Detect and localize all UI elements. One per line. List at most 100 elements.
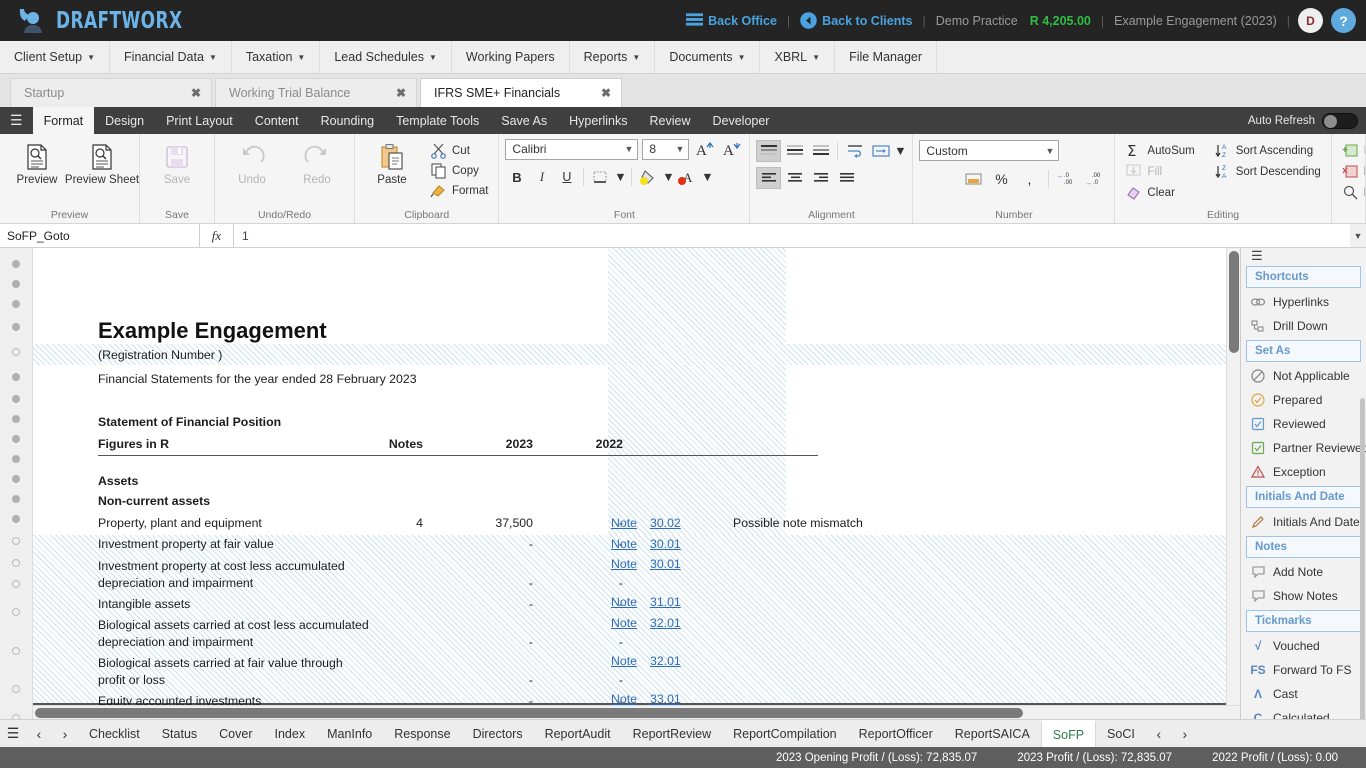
row-marker[interactable] <box>0 339 32 365</box>
note-link[interactable]: Note <box>611 557 637 571</box>
wrap-text-button[interactable] <box>842 140 867 162</box>
tab-print-layout[interactable]: Print Layout <box>155 107 244 134</box>
panel-item-forward-to-fs[interactable]: FS Forward To FS <box>1241 658 1366 682</box>
row-marker[interactable] <box>0 365 32 389</box>
sheet-tab-status[interactable]: Status <box>151 720 208 747</box>
tab-design[interactable]: Design <box>94 107 155 134</box>
menu-working-papers[interactable]: Working Papers <box>452 41 570 73</box>
comma-style-button[interactable]: , <box>1017 169 1041 189</box>
sheet-tab-cover[interactable]: Cover <box>208 720 263 747</box>
tab-rounding[interactable]: Rounding <box>310 107 386 134</box>
align-top-button[interactable] <box>756 140 782 162</box>
menu-reports[interactable]: Reports ▼ <box>570 41 656 73</box>
increase-font-size-button[interactable]: A <box>693 138 716 160</box>
sheet-scroll-right-button[interactable]: › <box>1172 720 1198 747</box>
sheet-tab-reportsaica[interactable]: ReportSAICA <box>944 720 1041 747</box>
row-marker[interactable] <box>0 314 32 339</box>
row-marker[interactable] <box>0 509 32 529</box>
row-marker[interactable] <box>0 708 32 719</box>
sheet-next-button[interactable]: › <box>52 720 78 747</box>
preview-button[interactable]: Preview <box>6 138 68 186</box>
engagement-name[interactable]: Example Engagement (2023) <box>1104 14 1287 28</box>
preview-sheet-button[interactable]: Preview Sheet <box>65 138 139 186</box>
insert-function-button[interactable]: fx <box>200 224 234 247</box>
sheet-tab-soci[interactable]: SoCI <box>1096 720 1146 747</box>
borders-dropdown[interactable]: ▼ <box>614 166 626 188</box>
menu-client-setup[interactable]: Client Setup ▼ <box>0 41 111 73</box>
row-marker[interactable] <box>0 574 32 593</box>
paste-button[interactable]: Paste <box>361 138 423 186</box>
panel-item-exception[interactable]: Exception <box>1241 460 1366 484</box>
redo-button[interactable]: Redo <box>286 138 348 186</box>
menu-documents[interactable]: Documents ▼ <box>655 41 761 73</box>
panel-item-hyperlinks[interactable]: Hyperlinks <box>1241 290 1366 314</box>
menu-file-manager[interactable]: File Manager <box>835 41 938 73</box>
tab-save-as[interactable]: Save As <box>490 107 558 134</box>
avatar[interactable]: D <box>1298 8 1323 33</box>
sheet-scroll-left-button[interactable]: ‹ <box>1146 720 1172 747</box>
menu-financial-data[interactable]: Financial Data ▼ <box>110 41 232 73</box>
vertical-scrollbar[interactable] <box>1226 248 1240 705</box>
note-link[interactable]: Note <box>611 616 637 630</box>
fill-button[interactable]: Fill <box>1121 162 1198 181</box>
sheet-tab-reportofficer[interactable]: ReportOfficer <box>848 720 944 747</box>
tab-template-tools[interactable]: Template Tools <box>385 107 490 134</box>
side-panel-menu-button[interactable]: ☰ <box>1241 248 1366 264</box>
close-icon[interactable]: ✖ <box>601 86 611 100</box>
copy-button[interactable]: Copy <box>426 161 492 180</box>
merge-cells-button[interactable] <box>868 140 893 162</box>
sort-ascending-button[interactable]: A Z Sort Ascending <box>1210 141 1325 160</box>
row-marker[interactable] <box>0 449 32 469</box>
tab-developer[interactable]: Developer <box>701 107 780 134</box>
panel-item-prepared[interactable]: Prepared <box>1241 388 1366 412</box>
align-middle-button[interactable] <box>782 140 807 162</box>
bold-button[interactable]: B <box>505 166 528 188</box>
note-reference[interactable]: 30.02 <box>650 516 681 530</box>
panel-item-reviewed[interactable]: Reviewed <box>1241 412 1366 436</box>
note-link[interactable]: Note <box>611 692 637 706</box>
tab-content[interactable]: Content <box>244 107 310 134</box>
remove-cells-button[interactable]: Remove <box>1338 162 1365 181</box>
side-panel-scrollbar[interactable] <box>1360 398 1365 719</box>
name-box[interactable]: SoFP_Goto <box>0 224 200 247</box>
row-marker[interactable] <box>0 631 32 670</box>
document-tab-working-trial-balance[interactable]: Working Trial Balance ✖ <box>215 78 417 107</box>
note-link[interactable]: Note <box>611 537 637 551</box>
sort-descending-button[interactable]: Z A Sort Descending <box>1210 162 1325 181</box>
panel-item-initials-and-date[interactable]: Initials And Date <box>1241 510 1366 534</box>
row-marker[interactable] <box>0 552 32 574</box>
back-office-link[interactable]: Back Office <box>676 12 787 29</box>
sheet-prev-button[interactable]: ‹ <box>26 720 52 747</box>
sheet-tab-checklist[interactable]: Checklist <box>78 720 151 747</box>
row-marker[interactable] <box>0 670 32 708</box>
close-icon[interactable]: ✖ <box>396 86 406 100</box>
tab-review[interactable]: Review <box>638 107 701 134</box>
note-reference[interactable]: 32.01 <box>650 616 681 630</box>
document-tab-ifrs-sme-financials[interactable]: IFRS SME+ Financials ✖ <box>420 78 622 107</box>
sheet-tab-index[interactable]: Index <box>264 720 317 747</box>
menu-taxation[interactable]: Taxation ▼ <box>232 41 321 73</box>
font-color-button[interactable]: A <box>676 166 699 188</box>
note-link[interactable]: Note <box>611 595 637 609</box>
decrease-font-size-button[interactable]: A <box>720 138 743 160</box>
brand-logo[interactable]: DRAFTWORX <box>14 6 210 36</box>
autosum-button[interactable]: Σ AutoSum <box>1121 141 1198 160</box>
expand-formula-bar-button[interactable]: ▼ <box>1350 224 1366 247</box>
panel-item-add-note[interactable]: Add Note <box>1241 560 1366 584</box>
note-reference[interactable]: 31.01 <box>650 595 681 609</box>
formula-input[interactable]: 1 <box>234 224 1350 247</box>
accounting-format-button[interactable] <box>961 169 985 189</box>
note-link[interactable]: Note <box>611 654 637 668</box>
underline-button[interactable]: U <box>555 166 578 188</box>
font-family-select[interactable]: Calibri ▼ <box>505 138 639 160</box>
help-button[interactable]: ? <box>1331 8 1356 33</box>
increase-decimal-button[interactable]: ← .0 .00 <box>1056 169 1080 189</box>
align-center-button[interactable] <box>782 167 807 189</box>
undo-button[interactable]: Undo <box>221 138 283 186</box>
find-button[interactable]: Find <box>1338 183 1365 202</box>
note-reference[interactable]: 30.01 <box>650 537 681 551</box>
row-marker[interactable] <box>0 294 32 314</box>
auto-refresh-control[interactable]: Auto Refresh <box>1248 107 1358 134</box>
tab-hyperlinks[interactable]: Hyperlinks <box>558 107 638 134</box>
panel-item-drill-down[interactable]: Drill Down <box>1241 314 1366 338</box>
